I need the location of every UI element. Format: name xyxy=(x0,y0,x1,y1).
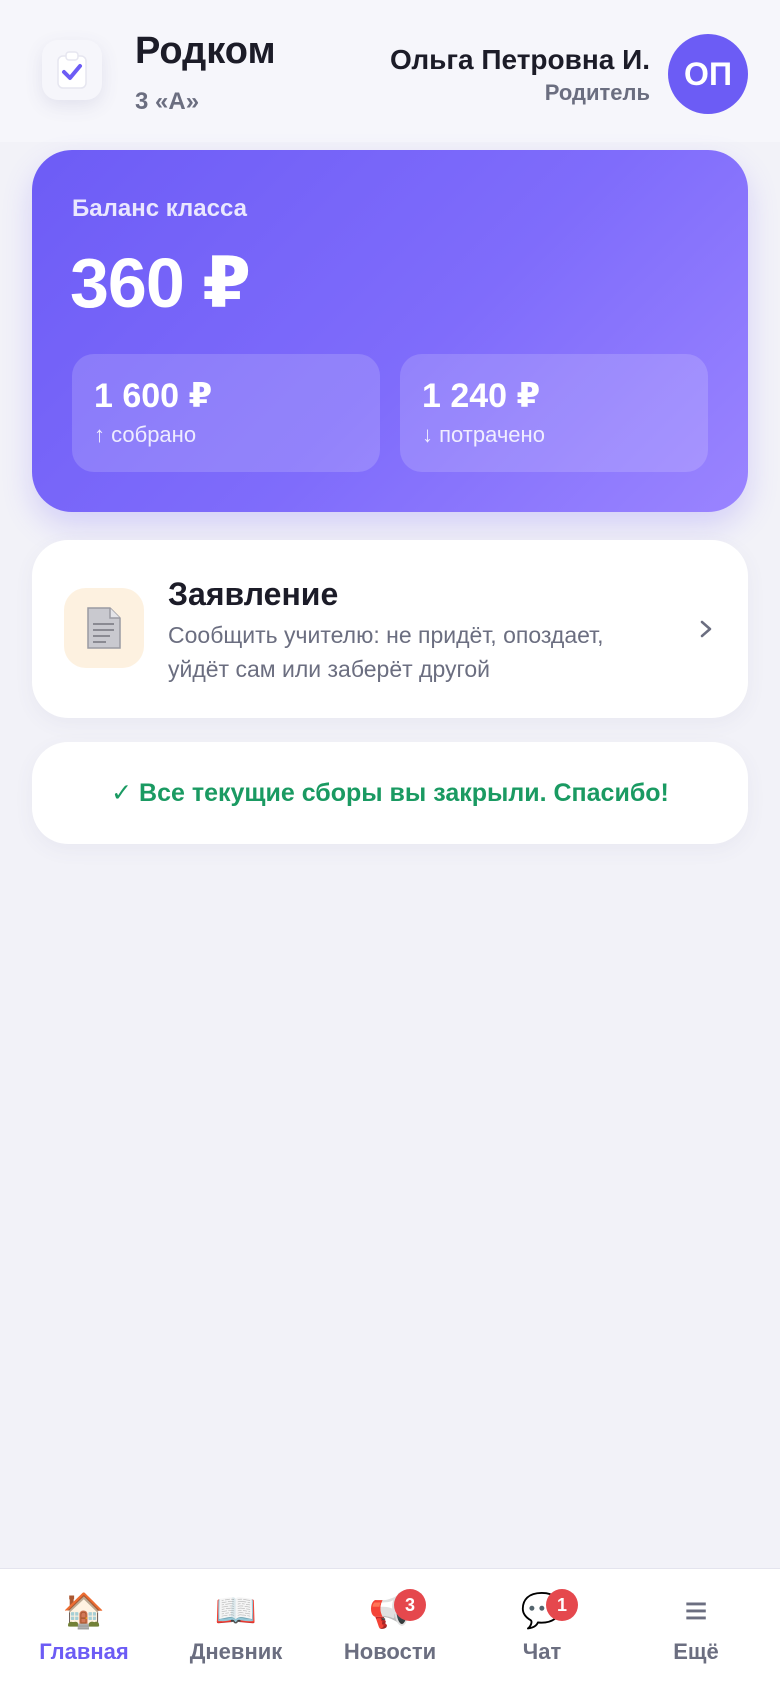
menu-icon: ≡ xyxy=(684,1589,708,1633)
collected-value: 1 600 ₽ xyxy=(94,377,213,415)
avatar[interactable]: ОП xyxy=(668,34,748,114)
statement-description: Сообщить учителю: не придёт, опоздает, у… xyxy=(168,622,604,682)
tab-diary[interactable]: 📖 Дневник xyxy=(158,1569,314,1688)
document-icon xyxy=(64,588,144,668)
tab-news[interactable]: 📢 3 Новости xyxy=(312,1569,468,1688)
home-icon: 🏠 xyxy=(62,1592,106,1630)
clipboard-check-icon xyxy=(42,40,102,100)
balance-amount: 360 ₽ xyxy=(70,244,251,322)
collected-caption: ↑ собрано xyxy=(94,422,197,447)
user-role: Родитель xyxy=(544,80,650,105)
bottom-tab-bar: 🏠 Главная 📖 Дневник 📢 3 Новости 💬 1 Чат … xyxy=(0,1568,780,1688)
balance-label: Баланс класса xyxy=(72,195,247,222)
chevron-right-icon xyxy=(694,614,718,644)
collections-status-card: ✓ Все текущие сборы вы закрыли. Спасибо! xyxy=(32,742,748,844)
statement-title: Заявление xyxy=(168,576,339,612)
home-screen: Родком 3 «А» Ольга Петровна И. Родитель … xyxy=(0,0,780,1688)
tab-chat[interactable]: 💬 1 Чат xyxy=(464,1569,620,1688)
tab-label: Чат xyxy=(522,1639,562,1664)
tab-label: Ещё xyxy=(673,1639,719,1664)
statement-card[interactable]: Заявление Сообщить учителю: не придёт, о… xyxy=(32,540,748,718)
tab-more[interactable]: ≡ Ещё xyxy=(618,1569,774,1688)
tab-label: Новости xyxy=(343,1639,437,1664)
news-badge: 3 xyxy=(394,1589,426,1621)
app-header: Родком 3 «А» Ольга Петровна И. Родитель … xyxy=(0,0,780,142)
spent-stat: 1 240 ₽ ↓ потрачено xyxy=(400,354,708,472)
user-name: Ольга Петровна И. xyxy=(389,44,650,75)
status-message: ✓ Все текущие сборы вы закрыли. Спасибо! xyxy=(111,779,669,807)
app-title: Родком xyxy=(135,30,276,72)
tab-home[interactable]: 🏠 Главная xyxy=(6,1569,162,1688)
chat-badge: 1 xyxy=(546,1589,578,1621)
book-icon: 📖 xyxy=(214,1592,258,1630)
class-balance-card[interactable]: Баланс класса 360 ₽ 1 600 ₽ ↑ собрано 1 … xyxy=(32,150,748,512)
collected-stat: 1 600 ₽ ↑ собрано xyxy=(72,354,380,472)
tab-label: Дневник xyxy=(189,1639,283,1664)
spent-caption: ↓ потрачено xyxy=(422,422,545,447)
spent-value: 1 240 ₽ xyxy=(422,377,541,415)
class-name[interactable]: 3 «А» xyxy=(135,88,199,116)
tab-label: Главная xyxy=(39,1639,129,1664)
